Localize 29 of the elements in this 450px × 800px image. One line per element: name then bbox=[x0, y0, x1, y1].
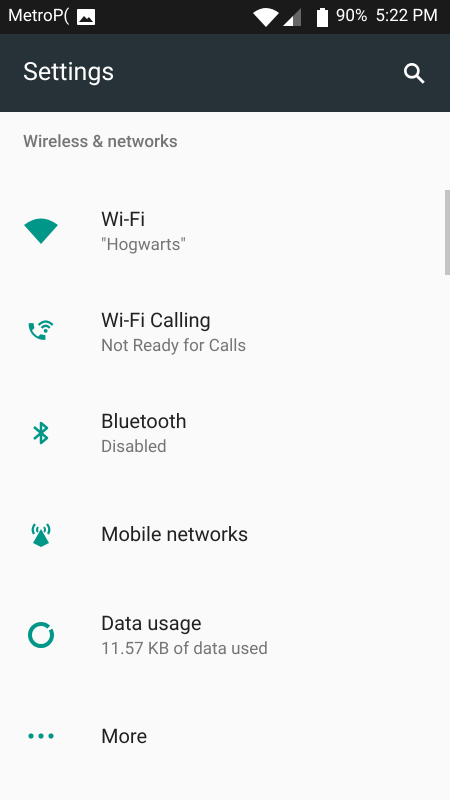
item-title: Wi-Fi Calling bbox=[101, 306, 212, 334]
settings-item[interactable]: More bbox=[0, 685, 440, 786]
battery-percent: 90% bbox=[336, 5, 368, 28]
battery-icon bbox=[316, 8, 328, 26]
item-summary: Not Ready for Calls bbox=[101, 334, 246, 358]
section-header: Wireless & networks bbox=[23, 132, 178, 152]
item-title: More bbox=[101, 722, 148, 750]
wifi-signal-icon bbox=[252, 7, 279, 27]
item-summary: 11.57 KB of data used bbox=[101, 638, 268, 660]
search-icon bbox=[401, 60, 427, 86]
more-icon bbox=[28, 732, 54, 738]
item-title: Mobile networks bbox=[101, 520, 248, 548]
app-bar-title: Settings bbox=[23, 57, 114, 90]
clock: 5:22 PM bbox=[375, 5, 438, 28]
image-icon bbox=[77, 9, 96, 25]
item-title: Bluetooth bbox=[101, 408, 187, 434]
item-summary: Disabled bbox=[101, 436, 168, 458]
wifi-icon bbox=[24, 218, 58, 244]
data-usage-icon bbox=[26, 620, 54, 648]
settings-item[interactable]: Wi-Fi "Hogwarts" bbox=[0, 180, 440, 281]
settings-item[interactable]: Bluetooth Disabled bbox=[0, 382, 440, 483]
item-summary: "Hogwarts" bbox=[101, 234, 186, 256]
cell-signal-icon bbox=[282, 8, 301, 26]
settings-item[interactable]: Data usage 11.57 KB of data used bbox=[0, 584, 440, 685]
item-title: Wi-Fi bbox=[101, 206, 146, 232]
carrier-name: MetroP( bbox=[8, 5, 70, 28]
settings-item[interactable]: Mobile networks bbox=[0, 483, 440, 584]
settings-item[interactable]: Wi-Fi Calling Not Ready for Calls bbox=[0, 281, 440, 382]
item-title: Data usage bbox=[101, 610, 202, 636]
